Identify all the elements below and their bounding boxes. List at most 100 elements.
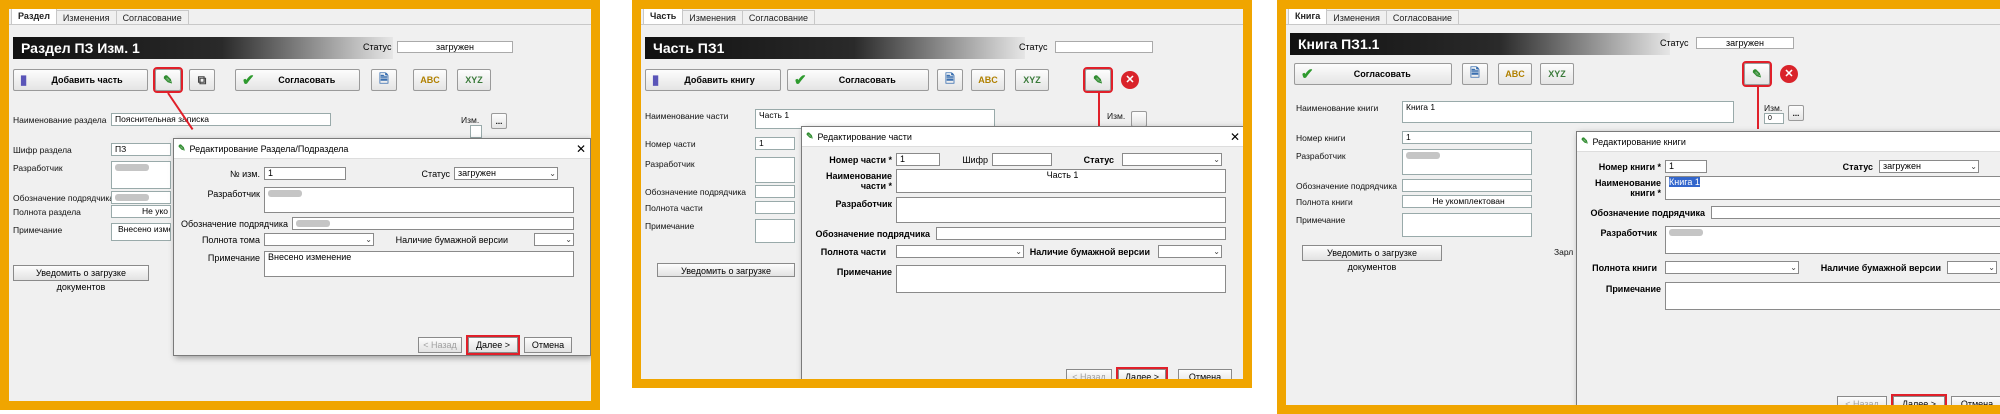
close-icon[interactable]: ✕ bbox=[1226, 130, 1243, 144]
developer-input[interactable] bbox=[264, 187, 574, 213]
contractor-field[interactable] bbox=[111, 191, 171, 204]
book-name-field[interactable]: Книга 1 bbox=[1402, 101, 1734, 123]
document-button[interactable]: 🗎 bbox=[1462, 63, 1488, 85]
section-window: Раздел Изменения Согласование Раздел ПЗ … bbox=[9, 9, 591, 401]
note-input[interactable]: Внесено изменение bbox=[264, 251, 574, 277]
cancel-button[interactable]: Отмена bbox=[1178, 369, 1232, 379]
abc-icon: ABC bbox=[1505, 69, 1525, 79]
field-label-contractor: Обозначение подрядчика bbox=[645, 187, 747, 197]
tab-approval[interactable]: Согласование bbox=[741, 10, 816, 24]
note-input[interactable] bbox=[896, 265, 1226, 293]
book-number-field[interactable]: 1 bbox=[1402, 131, 1532, 144]
completeness-field[interactable]: Не укомплектован bbox=[1402, 195, 1532, 208]
section-name-field[interactable]: Пояснительная записка bbox=[111, 113, 331, 126]
completeness-field[interactable] bbox=[755, 201, 795, 214]
pencil-icon: ✎ bbox=[162, 73, 174, 87]
tab-section[interactable]: Раздел bbox=[11, 9, 57, 24]
completeness-select[interactable]: ⌄ bbox=[264, 233, 374, 246]
paper-version-select[interactable]: ⌄ bbox=[534, 233, 574, 246]
dialog-title: Редактирование Раздела/Подраздела bbox=[189, 143, 349, 154]
note-input[interactable] bbox=[1665, 282, 2000, 310]
cancel-button[interactable]: Отмена bbox=[524, 337, 572, 353]
field-label-number: Номер части bbox=[645, 139, 696, 149]
note-field[interactable] bbox=[755, 219, 795, 243]
notify-upload-button[interactable]: Уведомить о загрузке документов bbox=[1302, 245, 1442, 272]
status-select[interactable]: загружен ⌄ bbox=[454, 167, 558, 180]
tab-changes[interactable]: Изменения bbox=[1326, 10, 1387, 24]
cipher-input[interactable] bbox=[992, 153, 1052, 166]
panel-part: Часть Изменения Согласование Часть ПЗ1 С… bbox=[632, 0, 1252, 388]
edit-pencil-button[interactable]: ✎ bbox=[1742, 61, 1772, 87]
status-select[interactable]: ⌄ bbox=[1122, 153, 1222, 166]
tab-changes[interactable]: Изменения bbox=[682, 10, 743, 24]
approve-button[interactable]: ✔ Согласовать bbox=[787, 69, 929, 91]
developer-field[interactable] bbox=[1402, 149, 1532, 175]
izm-field[interactable] bbox=[470, 125, 482, 138]
name-input[interactable]: Книга 1 bbox=[1665, 176, 2000, 200]
note-field[interactable]: Внесено изменени bbox=[111, 223, 171, 241]
close-icon[interactable]: ✕ bbox=[572, 142, 590, 156]
paper-version-select[interactable]: ⌄ bbox=[1158, 245, 1222, 258]
approve-button[interactable]: ✔ Согласовать bbox=[1294, 63, 1452, 85]
book-window: Книга Изменения Согласование Книга ПЗ1.1… bbox=[1286, 9, 2000, 405]
add-part-button[interactable]: ▮ Добавить часть bbox=[13, 69, 148, 91]
xyz-button[interactable]: XYZ bbox=[1540, 63, 1574, 85]
add-book-button[interactable]: ▮ Добавить книгу bbox=[645, 69, 781, 91]
izm-input[interactable]: 1 bbox=[264, 167, 346, 180]
delete-button[interactable]: ✕ bbox=[1776, 63, 1802, 85]
completeness-select[interactable]: ⌄ bbox=[896, 245, 1024, 258]
contractor-input[interactable] bbox=[936, 227, 1226, 240]
izm-field[interactable]: 0 bbox=[1764, 113, 1784, 124]
abc-button[interactable]: ABC bbox=[1498, 63, 1532, 85]
back-button[interactable]: < Назад bbox=[1837, 396, 1887, 405]
izm-more-button[interactable]: ... bbox=[491, 113, 507, 129]
xyz-button[interactable]: XYZ bbox=[457, 69, 491, 91]
back-button[interactable]: < Назад bbox=[418, 337, 462, 353]
tab-part[interactable]: Часть bbox=[643, 9, 684, 24]
check-icon: ✔ bbox=[1301, 66, 1314, 83]
edit-pencil-button[interactable]: ✎ bbox=[1083, 67, 1113, 93]
contractor-input[interactable] bbox=[292, 217, 574, 230]
dialog-titlebar: ✎ Редактирование Раздела/Подраздела ✕ bbox=[174, 139, 590, 159]
notify-upload-button[interactable]: Уведомить о загрузке документов bbox=[657, 263, 795, 277]
tab-changes[interactable]: Изменения bbox=[55, 10, 117, 24]
cipher-field[interactable]: ПЗ bbox=[111, 143, 171, 156]
contractor-field[interactable] bbox=[755, 185, 795, 198]
back-button[interactable]: < Назад bbox=[1066, 369, 1112, 379]
izm-more-button[interactable] bbox=[1131, 111, 1147, 127]
abc-button[interactable]: ABC bbox=[413, 69, 447, 91]
contractor-input[interactable] bbox=[1711, 206, 2000, 219]
contractor-field[interactable] bbox=[1402, 179, 1532, 192]
izm-more-button[interactable]: ... bbox=[1788, 105, 1804, 121]
next-button[interactable]: Далее > bbox=[1891, 394, 1947, 405]
cancel-button[interactable]: Отмена bbox=[1951, 396, 2000, 405]
tab-approval[interactable]: Согласование bbox=[1385, 10, 1460, 24]
note-field[interactable] bbox=[1402, 213, 1532, 237]
developer-field[interactable] bbox=[755, 157, 795, 183]
paper-version-select[interactable]: ⌄ bbox=[1947, 261, 1997, 274]
tab-book[interactable]: Книга bbox=[1288, 9, 1328, 24]
approve-button[interactable]: ✔ Согласовать bbox=[235, 69, 360, 91]
next-button[interactable]: Далее > bbox=[1116, 367, 1168, 379]
chevron-down-icon: ⌄ bbox=[1213, 155, 1220, 164]
abc-button[interactable]: ABC bbox=[971, 69, 1005, 91]
tab-approval[interactable]: Согласование bbox=[115, 10, 189, 24]
edit-pencil-button[interactable]: ✎ bbox=[153, 67, 183, 93]
developer-input[interactable] bbox=[1665, 226, 2000, 254]
document-button[interactable]: 🗎 bbox=[937, 69, 963, 91]
status-select[interactable]: загружен ⌄ bbox=[1879, 160, 1979, 173]
developer-field[interactable] bbox=[111, 161, 171, 189]
completeness-field[interactable]: Не уко bbox=[111, 205, 171, 218]
part-number-field[interactable]: 1 bbox=[755, 137, 795, 150]
name-input[interactable]: Часть 1 bbox=[896, 169, 1226, 193]
next-button[interactable]: Далее > bbox=[466, 335, 520, 355]
number-input[interactable]: 1 bbox=[1665, 160, 1707, 173]
developer-input[interactable] bbox=[896, 197, 1226, 223]
document-button[interactable]: 🗎 bbox=[371, 69, 397, 91]
notify-upload-button[interactable]: Уведомить о загрузке документов bbox=[13, 265, 149, 292]
copy-button[interactable]: ⧉ bbox=[189, 69, 215, 91]
completeness-select[interactable]: ⌄ bbox=[1665, 261, 1799, 274]
number-input[interactable]: 1 bbox=[896, 153, 940, 166]
xyz-button[interactable]: XYZ bbox=[1015, 69, 1049, 91]
delete-button[interactable]: ✕ bbox=[1117, 69, 1143, 91]
